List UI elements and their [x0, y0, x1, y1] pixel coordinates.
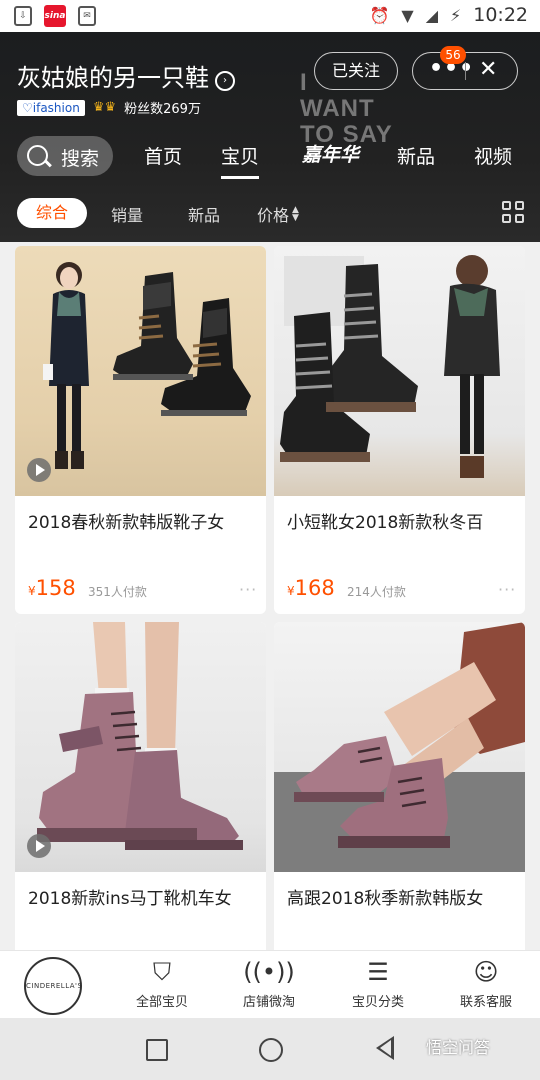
sort-sales[interactable]: 销量 — [111, 202, 143, 226]
play-video-icon[interactable] — [27, 458, 51, 482]
sort-bar: 综合 销量 新品 价格 ▲ ▼ — [0, 192, 540, 232]
product-image — [15, 622, 266, 872]
tab-video[interactable]: 视频 — [474, 142, 512, 169]
shop-logo-text: CINDERELLA'S — [26, 982, 83, 990]
product-image — [274, 622, 525, 872]
ifashion-logo-icon: ♡ — [22, 100, 33, 115]
grid-view-icon[interactable] — [502, 201, 524, 223]
back-icon[interactable] — [376, 1036, 394, 1060]
product-title: 2018新款ins马丁靴机车女 — [28, 889, 232, 909]
sort-arrows-icon: ▲ ▼ — [292, 205, 299, 223]
download-box-icon: ⇩ — [14, 6, 32, 26]
crown-rating-icon: ♛♛ — [92, 100, 117, 115]
broadcast-icon: ((•)) — [243, 958, 295, 986]
product-card[interactable]: 2018新款ins马丁靴机车女 — [15, 622, 266, 950]
home-icon[interactable] — [259, 1038, 283, 1062]
battery-charging-icon: ⚡ — [450, 5, 462, 25]
alarm-icon: ⏰ — [369, 5, 390, 25]
categories-button[interactable]: ☰ 宝贝分类 — [328, 957, 428, 1010]
shop-tabs: 搜索 首页 宝贝 嘉年华 新品 视频 — [0, 136, 540, 180]
watermark: 悟空问答 — [426, 1038, 491, 1057]
tab-carnival[interactable]: 嘉年华 — [302, 140, 359, 167]
shop-feed-button[interactable]: ((•)) 店铺微淘 — [219, 957, 319, 1010]
shop-bottom-nav: CINDERELLA'S ⛉ 全部宝贝 ((•)) 店铺微淘 ☰ 宝贝分类 ☺ … — [0, 950, 540, 1019]
product-card[interactable]: 高跟2018秋季新款韩版女 — [274, 622, 525, 950]
shop-header: I WANT TO SAY 灰姑娘的另一只鞋 › ♡ifashion ♛♛ 粉丝数… — [0, 32, 540, 242]
shop-logo[interactable]: CINDERELLA'S — [24, 957, 82, 1015]
notification-badge: 56 — [440, 46, 466, 64]
follower-count: 粉丝数269万 — [124, 102, 201, 117]
more-options-icon[interactable]: ··· — [239, 580, 257, 599]
customer-service-button[interactable]: ☺ 联系客服 — [436, 957, 536, 1010]
chevron-right-icon: › — [215, 71, 235, 91]
play-video-icon[interactable] — [27, 834, 51, 858]
ifashion-badge: ♡ifashion — [17, 99, 85, 116]
product-image — [15, 246, 266, 496]
more-options-icon[interactable]: ··· — [498, 580, 516, 599]
signal-icon: ◢ — [425, 5, 438, 25]
sales-count: 214人付款 — [347, 585, 406, 599]
divider — [465, 62, 466, 80]
close-icon[interactable]: ✕ — [479, 57, 497, 82]
sales-count: 351人付款 — [88, 585, 147, 599]
tab-home[interactable]: 首页 — [144, 142, 182, 169]
product-card[interactable]: 小短靴女2018新款秋冬百 ¥168 214人付款 ··· — [274, 246, 525, 614]
sort-new[interactable]: 新品 — [188, 202, 220, 226]
sort-price[interactable]: 价格 ▲ ▼ — [257, 202, 299, 226]
clock: 10:22 — [473, 4, 528, 26]
product-card[interactable]: 2018春秋新款韩版靴子女 ¥158 351人付款 ··· — [15, 246, 266, 614]
sort-comprehensive[interactable]: 综合 — [17, 198, 87, 228]
product-title: 高跟2018秋季新款韩版女 — [287, 889, 484, 909]
tab-products[interactable]: 宝贝 — [221, 142, 260, 179]
list-icon: ☰ — [367, 958, 389, 986]
follow-button[interactable]: 已关注 — [314, 52, 398, 90]
message-icon: ✉ — [78, 6, 96, 26]
tab-new-arrivals[interactable]: 新品 — [397, 142, 435, 169]
search-icon — [27, 145, 48, 166]
product-title: 小短靴女2018新款秋冬百 — [287, 513, 484, 533]
sina-weibo-icon: sina — [44, 5, 66, 27]
product-title: 2018春秋新款韩版靴子女 — [28, 513, 225, 533]
product-price: ¥158 — [28, 576, 76, 600]
shop-name[interactable]: 灰姑娘的另一只鞋 › — [17, 58, 235, 93]
search-button[interactable]: 搜索 — [17, 136, 113, 176]
all-products-button[interactable]: ⛉ 全部宝贝 — [112, 957, 212, 1010]
product-image — [274, 246, 525, 496]
shopping-bag-icon: ⛉ — [153, 958, 171, 986]
overview-icon[interactable] — [146, 1039, 168, 1061]
shop-meta: ♡ifashion ♛♛ 粉丝数269万 — [17, 98, 201, 117]
product-price: ¥168 — [287, 576, 335, 600]
customer-service-icon: ☺ — [473, 958, 499, 986]
product-grid: 2018春秋新款韩版靴子女 ¥158 351人付款 ··· 小短靴女2018新款… — [0, 242, 540, 950]
status-bar: ⇩ sina ✉ ⏰ ▼ ◢ ⚡ 10:22 — [0, 0, 540, 32]
wifi-icon: ▼ — [401, 5, 414, 25]
system-nav-bar: 悟空问答 — [0, 1018, 540, 1080]
more-icon[interactable]: ••• — [429, 58, 473, 81]
